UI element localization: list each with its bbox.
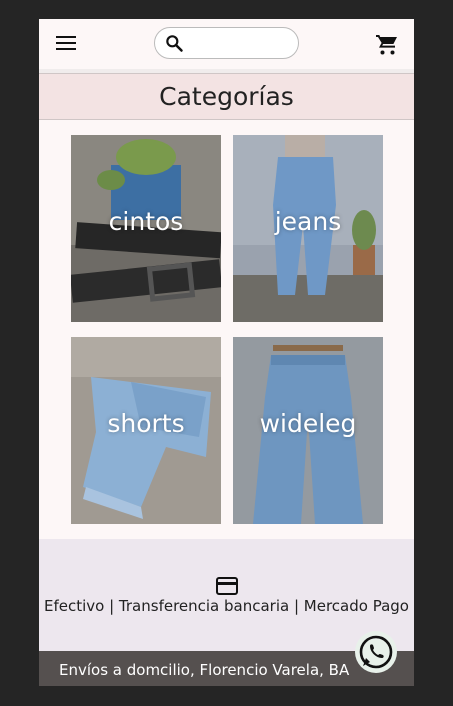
hamburger-menu-icon[interactable] [56, 36, 76, 52]
payment-methods-text: Efectivo | Transferencia bancaria | Merc… [44, 597, 409, 615]
shopping-cart-icon[interactable] [375, 33, 399, 57]
category-tile-wideleg[interactable]: wideleg [233, 337, 383, 524]
whatsapp-button[interactable] [355, 631, 397, 673]
credit-card-icon [216, 577, 238, 595]
whatsapp-icon [359, 635, 393, 669]
category-label: cintos [108, 207, 184, 236]
search-icon[interactable] [164, 33, 184, 53]
search-box[interactable] [154, 27, 299, 59]
category-label: jeans [274, 207, 342, 236]
phone-viewport: Categorías cintos jeans shorts wideleg E… [39, 19, 414, 686]
shipping-info: Envíos a domcilio, Florencio Varela, BA [59, 661, 350, 679]
top-bar [39, 19, 414, 69]
category-tile-jeans[interactable]: jeans [233, 135, 383, 322]
category-label: shorts [107, 409, 185, 438]
search-input[interactable] [189, 33, 289, 53]
categories-header: Categorías [39, 73, 414, 120]
category-label: wideleg [259, 409, 357, 438]
page-title: Categorías [159, 82, 294, 111]
category-tile-cintos[interactable]: cintos [71, 135, 221, 322]
category-tile-shorts[interactable]: shorts [71, 337, 221, 524]
